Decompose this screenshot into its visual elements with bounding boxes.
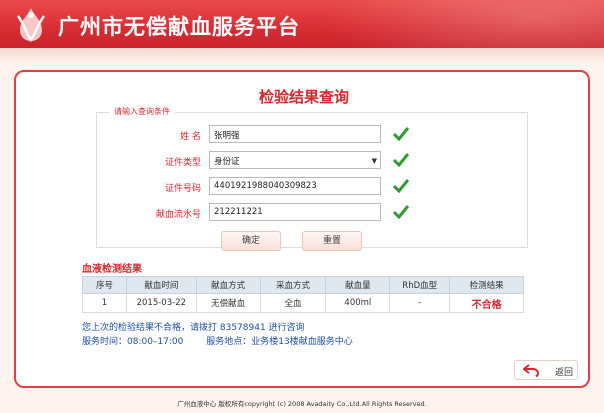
back-arrow-icon	[523, 364, 539, 377]
table-header-row: 序号 献血时间 献血方式 采血方式 献血量 RhD血型 检测结果	[82, 276, 524, 294]
id-number-input[interactable]: 440192198804030​9823	[209, 177, 381, 195]
id-type-label: 证件类型	[164, 158, 201, 168]
column-header: RhD血型	[389, 276, 451, 294]
footer-copyright: 广州血液中心 版权所有copyright (c) 2008 Avadaity C…	[177, 400, 427, 408]
check-icon	[393, 153, 409, 167]
column-header: 献血方式	[195, 276, 261, 294]
cell-date: 2015-03-22	[125, 293, 197, 313]
main-panel: 检验结果查询 请输入查询条件 姓 名 张明强 证件类型 身份证 ▼ 证件号码 4…	[14, 70, 590, 388]
column-header: 献血时间	[125, 276, 197, 294]
chevron-down-icon: ▼	[371, 157, 377, 165]
confirm-button[interactable]: 确定	[221, 231, 281, 251]
header-band	[0, 48, 604, 64]
reset-button[interactable]: 重置	[302, 231, 362, 251]
donation-no-label: 献血流水号	[155, 210, 201, 220]
page-title: 检验结果查询	[258, 88, 349, 106]
cell-rhd: -	[389, 293, 451, 313]
results-table: 序号 献血时间 献血方式 采血方式 献血量 RhD血型 检测结果 1 2015-…	[82, 276, 524, 313]
cell-index: 1	[82, 293, 127, 313]
cell-collection-method: 全血	[259, 293, 327, 313]
donation-no-input[interactable]: 212211221	[209, 203, 381, 221]
column-header: 序号	[82, 276, 127, 294]
back-button[interactable]: 返回	[514, 360, 578, 380]
cell-donation-type: 无偿献血	[195, 293, 261, 313]
name-label: 姓 名	[180, 132, 201, 142]
site-header: 广州市无偿献血服务平台	[0, 0, 604, 48]
column-header: 献血量	[325, 276, 391, 294]
blood-drop-logo-icon	[17, 8, 45, 42]
site-title: 广州市无偿献血服务平台	[58, 14, 300, 39]
query-form: 请输入查询条件 姓 名 张明强 证件类型 身份证 ▼ 证件号码 44019219…	[96, 106, 528, 251]
table-row: 1 2015-03-22 无偿献血 全血 400ml - 不合格	[82, 293, 524, 313]
column-header: 采血方式	[259, 276, 327, 294]
id-type-select[interactable]: 身份证 ▼	[209, 151, 381, 169]
id-number-label: 证件号码	[164, 184, 201, 194]
query-legend: 请输入查询条件	[109, 106, 175, 117]
id-type-value: 身份证	[214, 157, 240, 167]
name-input[interactable]: 张明强	[209, 125, 381, 143]
cell-volume: 400ml	[325, 293, 391, 313]
service-info: 服务时间：08:00–17:00 服务地点：业务楼13楼献血服务中心	[82, 337, 353, 347]
results-title: 血液检测结果	[82, 264, 142, 275]
back-label: 返回	[555, 368, 574, 378]
cell-result: 不合格	[449, 293, 524, 313]
check-icon	[393, 127, 409, 141]
result-notice: 您上次的检验结果不合格，请拨打 83578941 进行咨询	[82, 323, 305, 333]
check-icon	[393, 179, 409, 193]
column-header: 检测结果	[449, 276, 524, 294]
check-icon	[393, 205, 409, 219]
